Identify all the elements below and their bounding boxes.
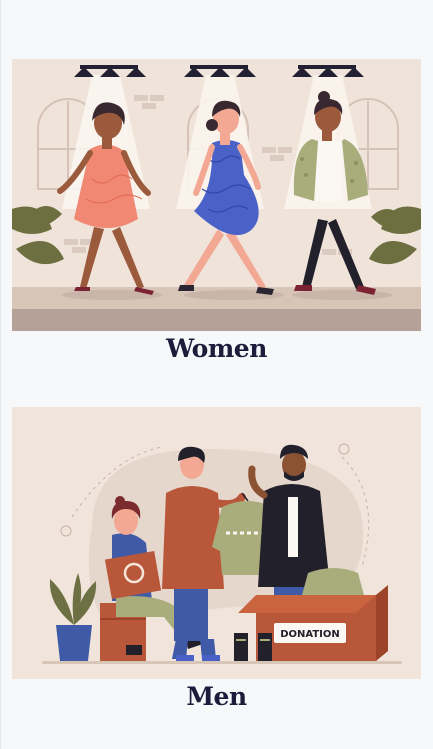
- donation-label-text: DONATION: [280, 629, 340, 640]
- category-card-women[interactable]: Women: [12, 59, 421, 364]
- women-category-image[interactable]: [12, 59, 421, 331]
- page-left-border: [0, 0, 1, 749]
- category-title-men[interactable]: Men: [12, 683, 421, 711]
- men-category-image[interactable]: DONATION: [12, 407, 421, 679]
- category-card-men[interactable]: DONATION Men: [12, 407, 421, 712]
- category-title-women[interactable]: Women: [12, 335, 421, 363]
